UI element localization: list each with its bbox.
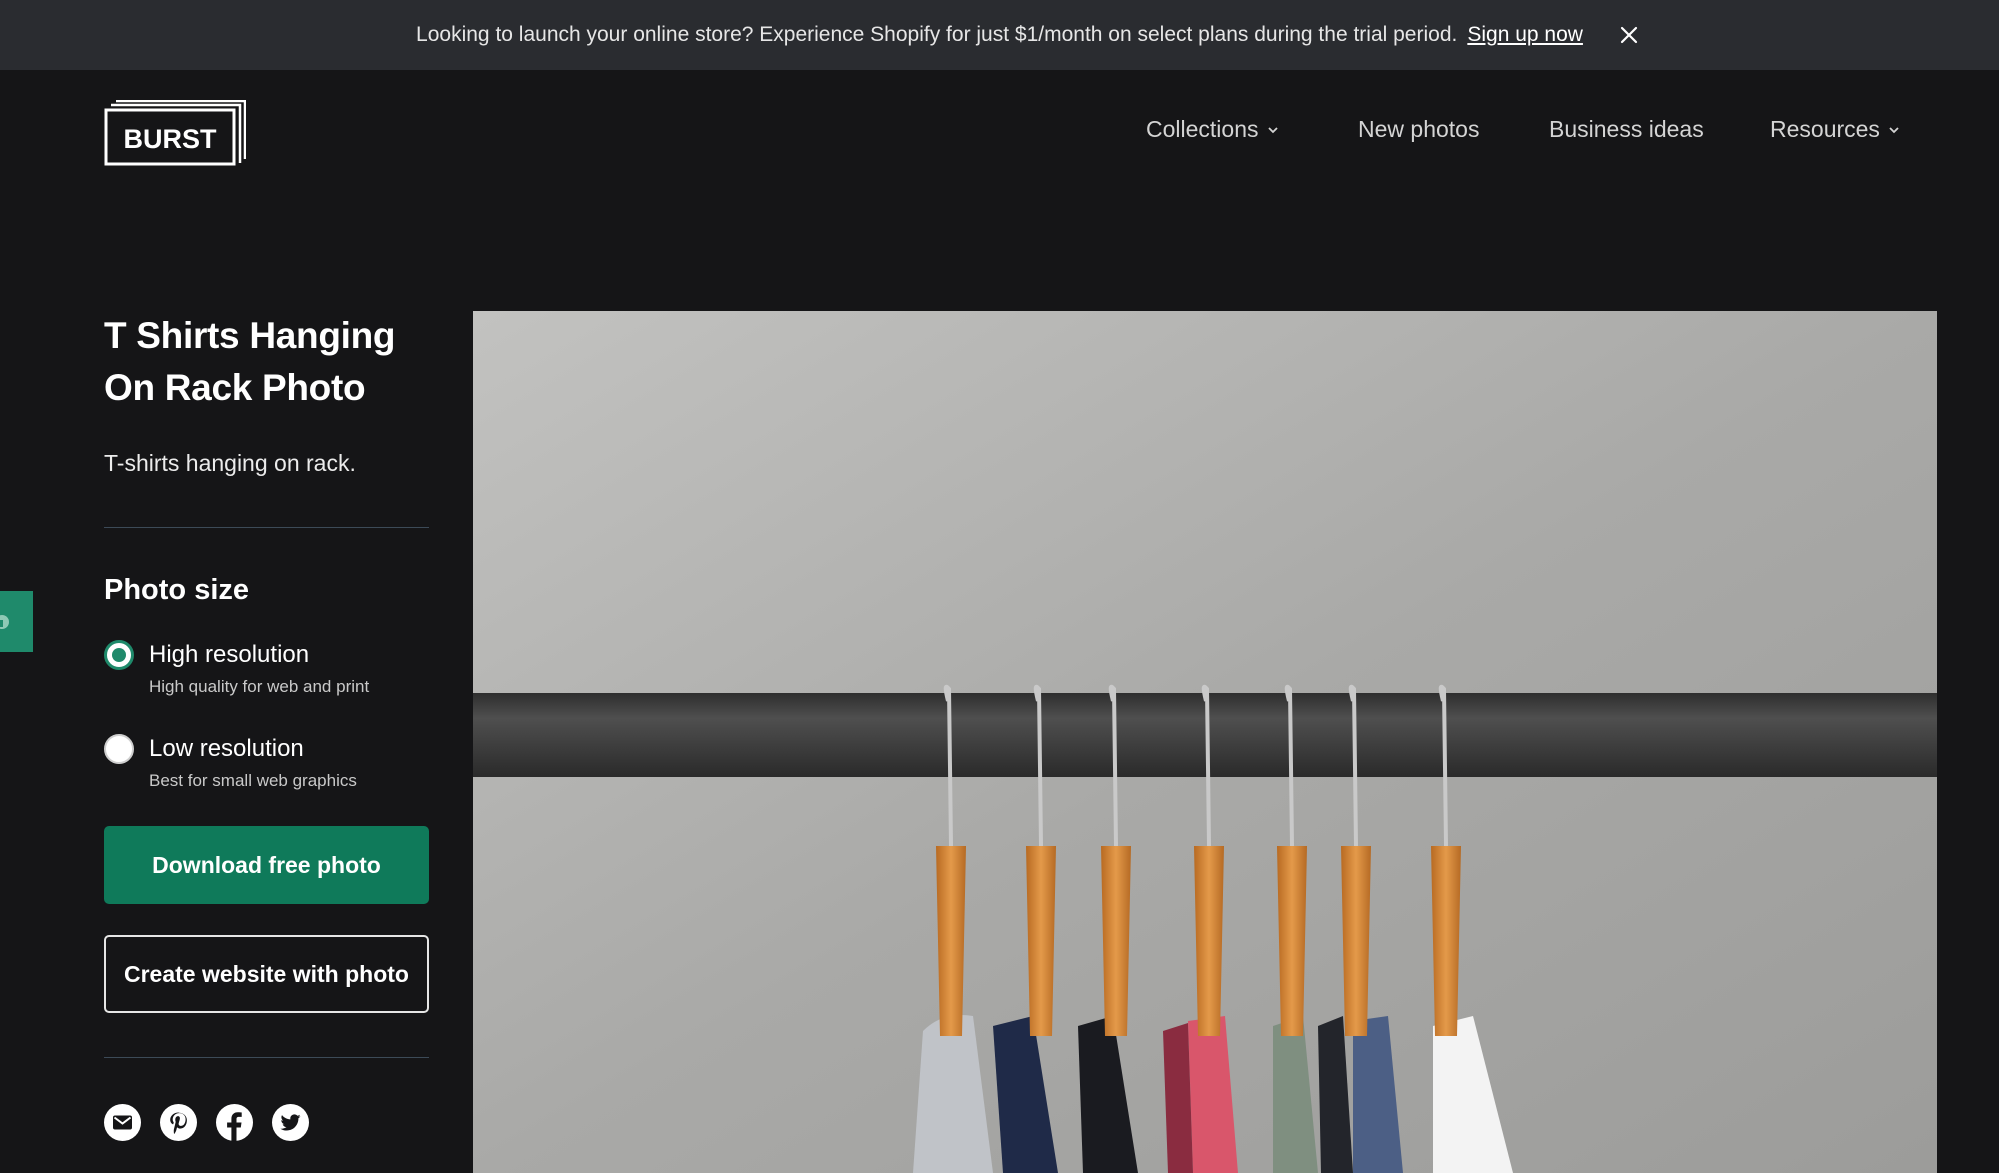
email-icon[interactable] bbox=[104, 1104, 141, 1141]
create-website-button[interactable]: Create website with photo bbox=[104, 935, 429, 1013]
divider bbox=[104, 1057, 429, 1058]
share-icons bbox=[104, 1104, 309, 1141]
tshirts-rack-image bbox=[473, 311, 1937, 1173]
feedback-tab[interactable] bbox=[0, 591, 33, 652]
radio-high-resolution[interactable]: High resolution High quality for web and… bbox=[104, 639, 369, 697]
close-icon[interactable] bbox=[1612, 18, 1646, 52]
radio-button[interactable] bbox=[104, 734, 134, 764]
photo-description: T-shirts hanging on rack. bbox=[104, 450, 356, 476]
nav-resources-label: Resources bbox=[1770, 116, 1880, 142]
radio-label: Low resolution bbox=[149, 735, 304, 762]
photo-size-heading: Photo size bbox=[104, 574, 250, 606]
nav-new-photos[interactable]: New photos bbox=[1358, 116, 1479, 143]
radio-button-selected[interactable] bbox=[104, 640, 134, 670]
nav-business-ideas-label: Business ideas bbox=[1549, 116, 1704, 142]
main-nav: Collections New photos Business ideas Re… bbox=[0, 116, 1999, 156]
featured-photo bbox=[473, 311, 1937, 1173]
info-icon bbox=[0, 614, 9, 629]
divider bbox=[104, 527, 429, 528]
nav-collections[interactable]: Collections bbox=[1146, 116, 1279, 143]
facebook-icon[interactable] bbox=[216, 1104, 253, 1141]
announcement-bar: Looking to launch your online store? Exp… bbox=[0, 0, 1999, 70]
radio-hint: High quality for web and print bbox=[149, 677, 370, 696]
radio-label: High resolution bbox=[149, 641, 310, 668]
signup-link[interactable]: Sign up now bbox=[1467, 23, 1583, 47]
nav-new-photos-label: New photos bbox=[1358, 116, 1480, 142]
nav-business-ideas[interactable]: Business ideas bbox=[1549, 116, 1704, 143]
photo-details: T Shirts Hanging On Rack Photo T-shirts … bbox=[104, 310, 429, 477]
nav-resources[interactable]: Resources bbox=[1770, 116, 1900, 143]
page-title: T Shirts Hanging On Rack Photo bbox=[104, 315, 396, 408]
announcement-message: Looking to launch your online store? Exp… bbox=[416, 23, 1458, 46]
download-button[interactable]: Download free photo bbox=[104, 826, 429, 904]
radio-low-resolution[interactable]: Low resolution Best for small web graphi… bbox=[104, 733, 357, 791]
pinterest-icon[interactable] bbox=[160, 1104, 197, 1141]
twitter-icon[interactable] bbox=[272, 1104, 309, 1141]
radio-hint: Best for small web graphics bbox=[149, 771, 357, 790]
chevron-down-icon bbox=[1267, 126, 1278, 133]
chevron-down-icon bbox=[1889, 126, 1899, 133]
nav-collections-label: Collections bbox=[1146, 116, 1259, 142]
